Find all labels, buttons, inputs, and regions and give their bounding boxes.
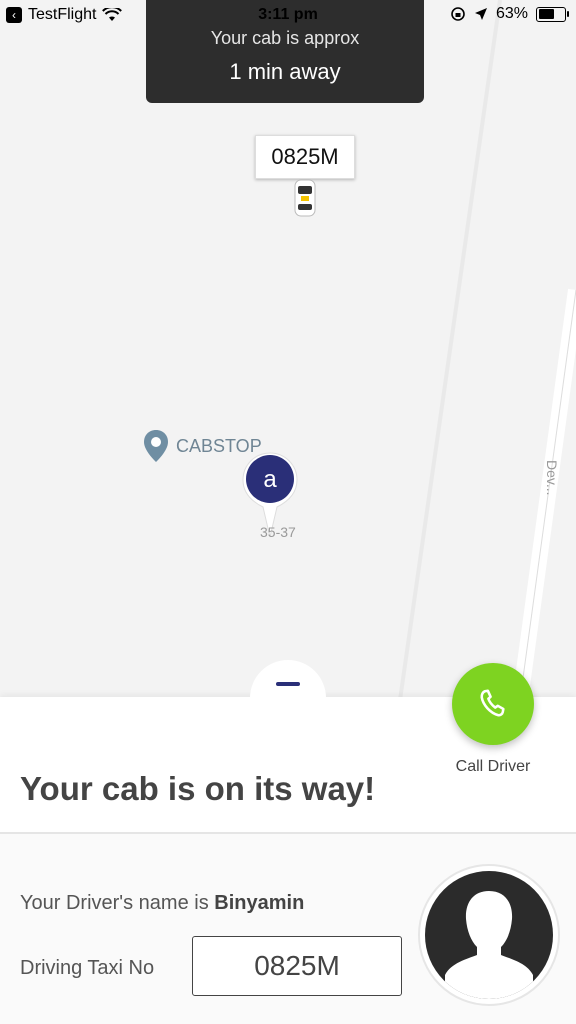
status-right: 63% — [450, 5, 569, 23]
rotation-lock-icon — [451, 7, 465, 21]
map-roads — [398, 0, 576, 700]
location-pin-icon — [144, 430, 168, 462]
phone-icon — [480, 689, 505, 717]
battery-level — [538, 9, 555, 19]
person-silhouette-icon — [445, 891, 533, 999]
call-driver-label[interactable]: Call Driver — [436, 758, 550, 776]
eta-toast-line1: Your cab is approx — [210, 28, 360, 48]
driver-prefix: Your Driver's name is — [20, 892, 209, 914]
cab-plate-label: 0825M — [255, 135, 355, 179]
status-bar: ‹ TestFlight 3:11 pm 63% — [0, 0, 576, 30]
driver-name: Binyamin — [214, 892, 305, 914]
location-arrow-icon — [474, 8, 487, 20]
sheet-drag-handle[interactable] — [276, 682, 300, 686]
taxi-number-box: 0825M — [192, 936, 402, 996]
call-driver-button[interactable] — [452, 663, 534, 745]
address-number: 35-37 — [260, 524, 296, 540]
driver-name-line: Your Driver's name is Binyamin — [20, 892, 304, 915]
battery-icon — [536, 6, 569, 22]
taxi-number-label: Driving Taxi No — [20, 957, 155, 979]
trip-headline: Your cab is on its way! — [20, 770, 376, 807]
battery-percent: 63% — [495, 5, 528, 22]
car-icon[interactable] — [291, 178, 319, 223]
eta-toast-line2: 1 min away — [229, 59, 341, 84]
pickup-marker-letter: a — [263, 466, 277, 493]
road-label: Dev... — [544, 460, 560, 496]
map-view[interactable]: 0825M CABSTOP a 35-37 Dev... — [0, 0, 576, 700]
driver-avatar[interactable] — [418, 864, 560, 1006]
